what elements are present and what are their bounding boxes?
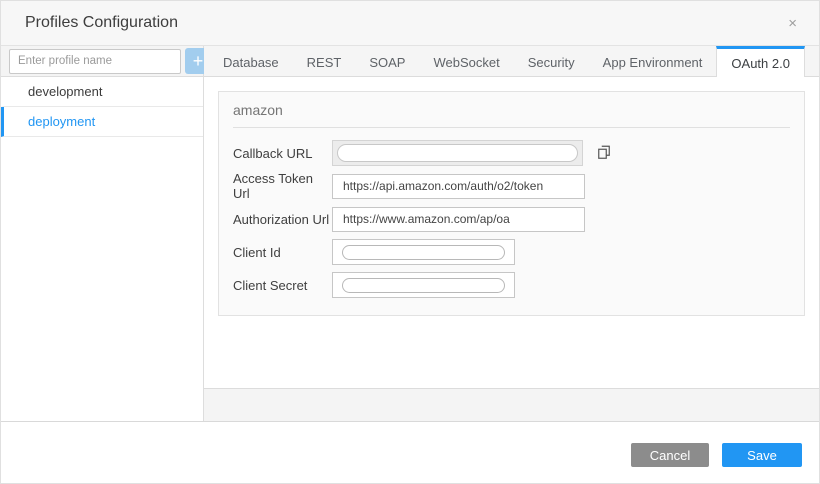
profiles-configuration-dialog: Profiles Configuration × + development d…: [0, 0, 820, 484]
tab-rest[interactable]: REST: [293, 46, 356, 76]
panel-section-title: amazon: [233, 92, 790, 128]
profile-add-row: +: [1, 46, 203, 77]
field-label: Client Secret: [233, 278, 332, 293]
authorization-url-row: Authorization Url: [233, 205, 790, 233]
client-secret-field-redacted[interactable]: [332, 272, 515, 298]
settings-tabbar: Database REST SOAP WebSocket Security Ap…: [204, 46, 819, 77]
content-pane: Database REST SOAP WebSocket Security Ap…: [204, 46, 819, 421]
dialog-title: Profiles Configuration: [25, 14, 178, 32]
authorization-url-input[interactable]: [332, 207, 585, 232]
close-icon[interactable]: ×: [784, 12, 801, 35]
profiles-sidebar: + development deployment: [1, 46, 204, 421]
callback-url-field-redacted: [332, 140, 583, 166]
field-label: Access Token Url: [233, 171, 332, 201]
field-label: Authorization Url: [233, 212, 332, 227]
redacted-value: [337, 144, 578, 162]
profile-item-development[interactable]: development: [1, 77, 203, 107]
tab-oauth-2-0[interactable]: OAuth 2.0: [716, 46, 805, 77]
amazon-panel: amazon Callback URL: [218, 91, 805, 316]
access-token-url-row: Access Token Url: [233, 172, 790, 200]
save-button[interactable]: Save: [722, 443, 802, 467]
redacted-value: [342, 245, 505, 260]
profile-item-label: deployment: [28, 114, 95, 129]
dialog-body: + development deployment Database REST S…: [1, 46, 819, 422]
profile-list: development deployment: [1, 77, 203, 137]
dialog-header: Profiles Configuration ×: [1, 1, 819, 46]
client-id-row: Client Id: [233, 238, 790, 266]
redacted-value: [342, 278, 505, 293]
bottom-status-strip: [204, 388, 819, 421]
callback-url-row: Callback URL: [233, 139, 790, 167]
client-secret-row: Client Secret: [233, 271, 790, 299]
tab-websocket[interactable]: WebSocket: [419, 46, 513, 76]
tab-app-environment[interactable]: App Environment: [589, 46, 717, 76]
field-label: Client Id: [233, 245, 332, 260]
profile-name-input[interactable]: [9, 49, 181, 74]
copy-icon[interactable]: [595, 144, 613, 162]
field-label: Callback URL: [233, 146, 332, 161]
profile-item-label: development: [28, 84, 102, 99]
dialog-footer: Cancel Save: [1, 422, 819, 483]
tab-database[interactable]: Database: [209, 46, 293, 76]
cancel-button[interactable]: Cancel: [631, 443, 709, 467]
tab-soap[interactable]: SOAP: [355, 46, 419, 76]
access-token-url-input[interactable]: [332, 174, 585, 199]
tab-security[interactable]: Security: [514, 46, 589, 76]
profile-item-deployment[interactable]: deployment: [1, 107, 203, 137]
oauth-form-area: amazon Callback URL: [204, 77, 819, 388]
client-id-field-redacted[interactable]: [332, 239, 515, 265]
